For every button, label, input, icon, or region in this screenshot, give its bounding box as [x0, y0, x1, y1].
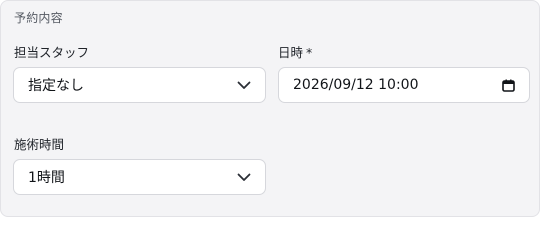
- chevron-down-icon: [237, 173, 251, 182]
- required-mark: *: [306, 45, 313, 60]
- staff-label: 担当スタッフ: [14, 45, 90, 60]
- reservation-details-panel: 予約内容 担当スタッフ 指定なし 日時 * 2026/09/12 10:00 施術…: [0, 0, 540, 217]
- datetime-label: 日時 *: [278, 45, 312, 61]
- section-title: 予約内容: [14, 11, 63, 25]
- staff-select-value: 指定なし: [28, 78, 84, 94]
- duration-select-value: 1時間: [28, 170, 65, 186]
- calendar-icon[interactable]: [501, 78, 515, 92]
- chevron-down-icon: [237, 81, 251, 90]
- datetime-label-text: 日時: [278, 45, 304, 60]
- datetime-input-value: 2026/09/12 10:00: [293, 77, 419, 93]
- staff-select[interactable]: 指定なし: [13, 67, 266, 103]
- duration-label: 施術時間: [14, 137, 65, 152]
- duration-select[interactable]: 1時間: [13, 159, 266, 195]
- datetime-input[interactable]: 2026/09/12 10:00: [278, 67, 530, 103]
